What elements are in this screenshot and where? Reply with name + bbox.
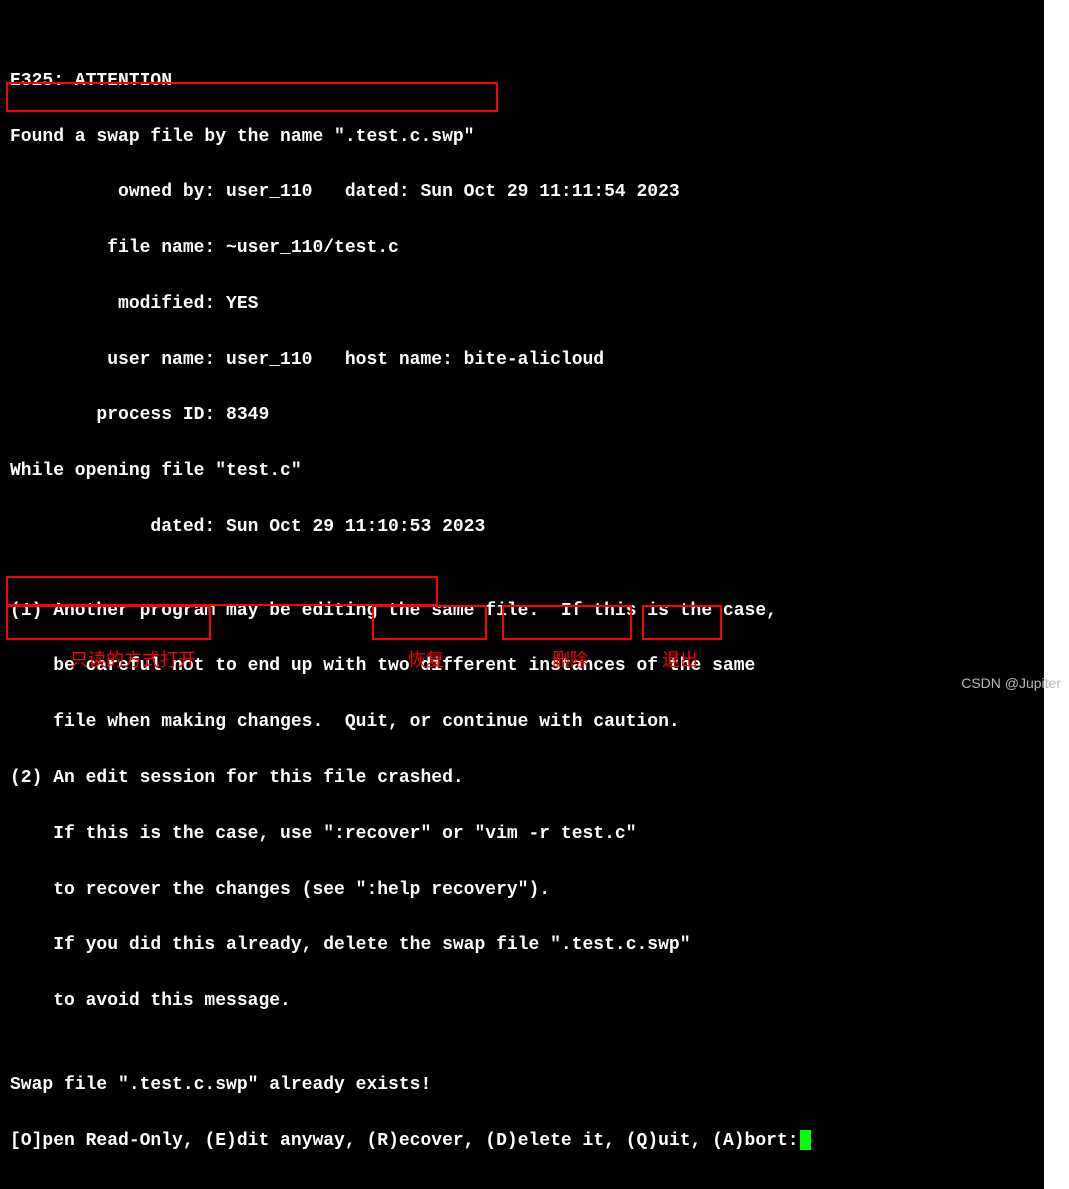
edit-anyway-option[interactable]: (E)dit anyway,	[204, 1131, 366, 1151]
hint2e-line: to avoid this message.	[10, 988, 1034, 1016]
while-opening-line: While opening file "test.c"	[10, 458, 1034, 486]
file-name-line: file name: ~user_110/test.c	[10, 235, 1034, 263]
hint2b-line: If this is the case, use ":recover" or "…	[10, 821, 1034, 849]
recover-option[interactable]: (R)ecover,	[366, 1131, 485, 1151]
annotation-delete: 删除	[552, 646, 588, 672]
hint2d-line: If you did this already, delete the swap…	[10, 932, 1034, 960]
process-id-line: process ID: 8349	[10, 402, 1034, 430]
cursor-icon	[800, 1130, 811, 1150]
attention-line: E325: ATTENTION	[10, 68, 1034, 96]
hint1c-line: file when making changes. Quit, or conti…	[10, 709, 1034, 737]
user-name-line: user name: user_110 host name: bite-alic…	[10, 347, 1034, 375]
annotation-open-ro: 只读的方式打开	[70, 646, 196, 672]
open-read-only-option[interactable]: [O]pen Read-Only,	[10, 1131, 204, 1151]
hint1-line: (1) Another program may be editing the s…	[10, 598, 1034, 626]
owned-by-line: owned by: user_110 dated: Sun Oct 29 11:…	[10, 179, 1034, 207]
prompt-line[interactable]: [O]pen Read-Only, (E)dit anyway, (R)ecov…	[10, 1128, 1034, 1156]
quit-option[interactable]: (Q)uit,	[626, 1131, 712, 1151]
hint2-line: (2) An edit session for this file crashe…	[10, 765, 1034, 793]
delete-it-option[interactable]: (D)elete it,	[485, 1131, 625, 1151]
modified-line: modified: YES	[10, 291, 1034, 319]
annotation-quit: 退出	[662, 646, 698, 672]
terminal-window: E325: ATTENTION Found a swap file by the…	[0, 0, 1044, 1189]
swap-found-line: Found a swap file by the name ".test.c.s…	[10, 124, 1034, 152]
swap-exists-line: Swap file ".test.c.swp" already exists!	[10, 1072, 1034, 1100]
dated-line: dated: Sun Oct 29 11:10:53 2023	[10, 514, 1034, 542]
hint2c-line: to recover the changes (see ":help recov…	[10, 877, 1034, 905]
annotation-recover: 恢复	[408, 646, 444, 672]
watermark-text: CSDN @Jupiter	[961, 675, 1061, 691]
abort-option[interactable]: (A)bort:	[712, 1131, 798, 1151]
